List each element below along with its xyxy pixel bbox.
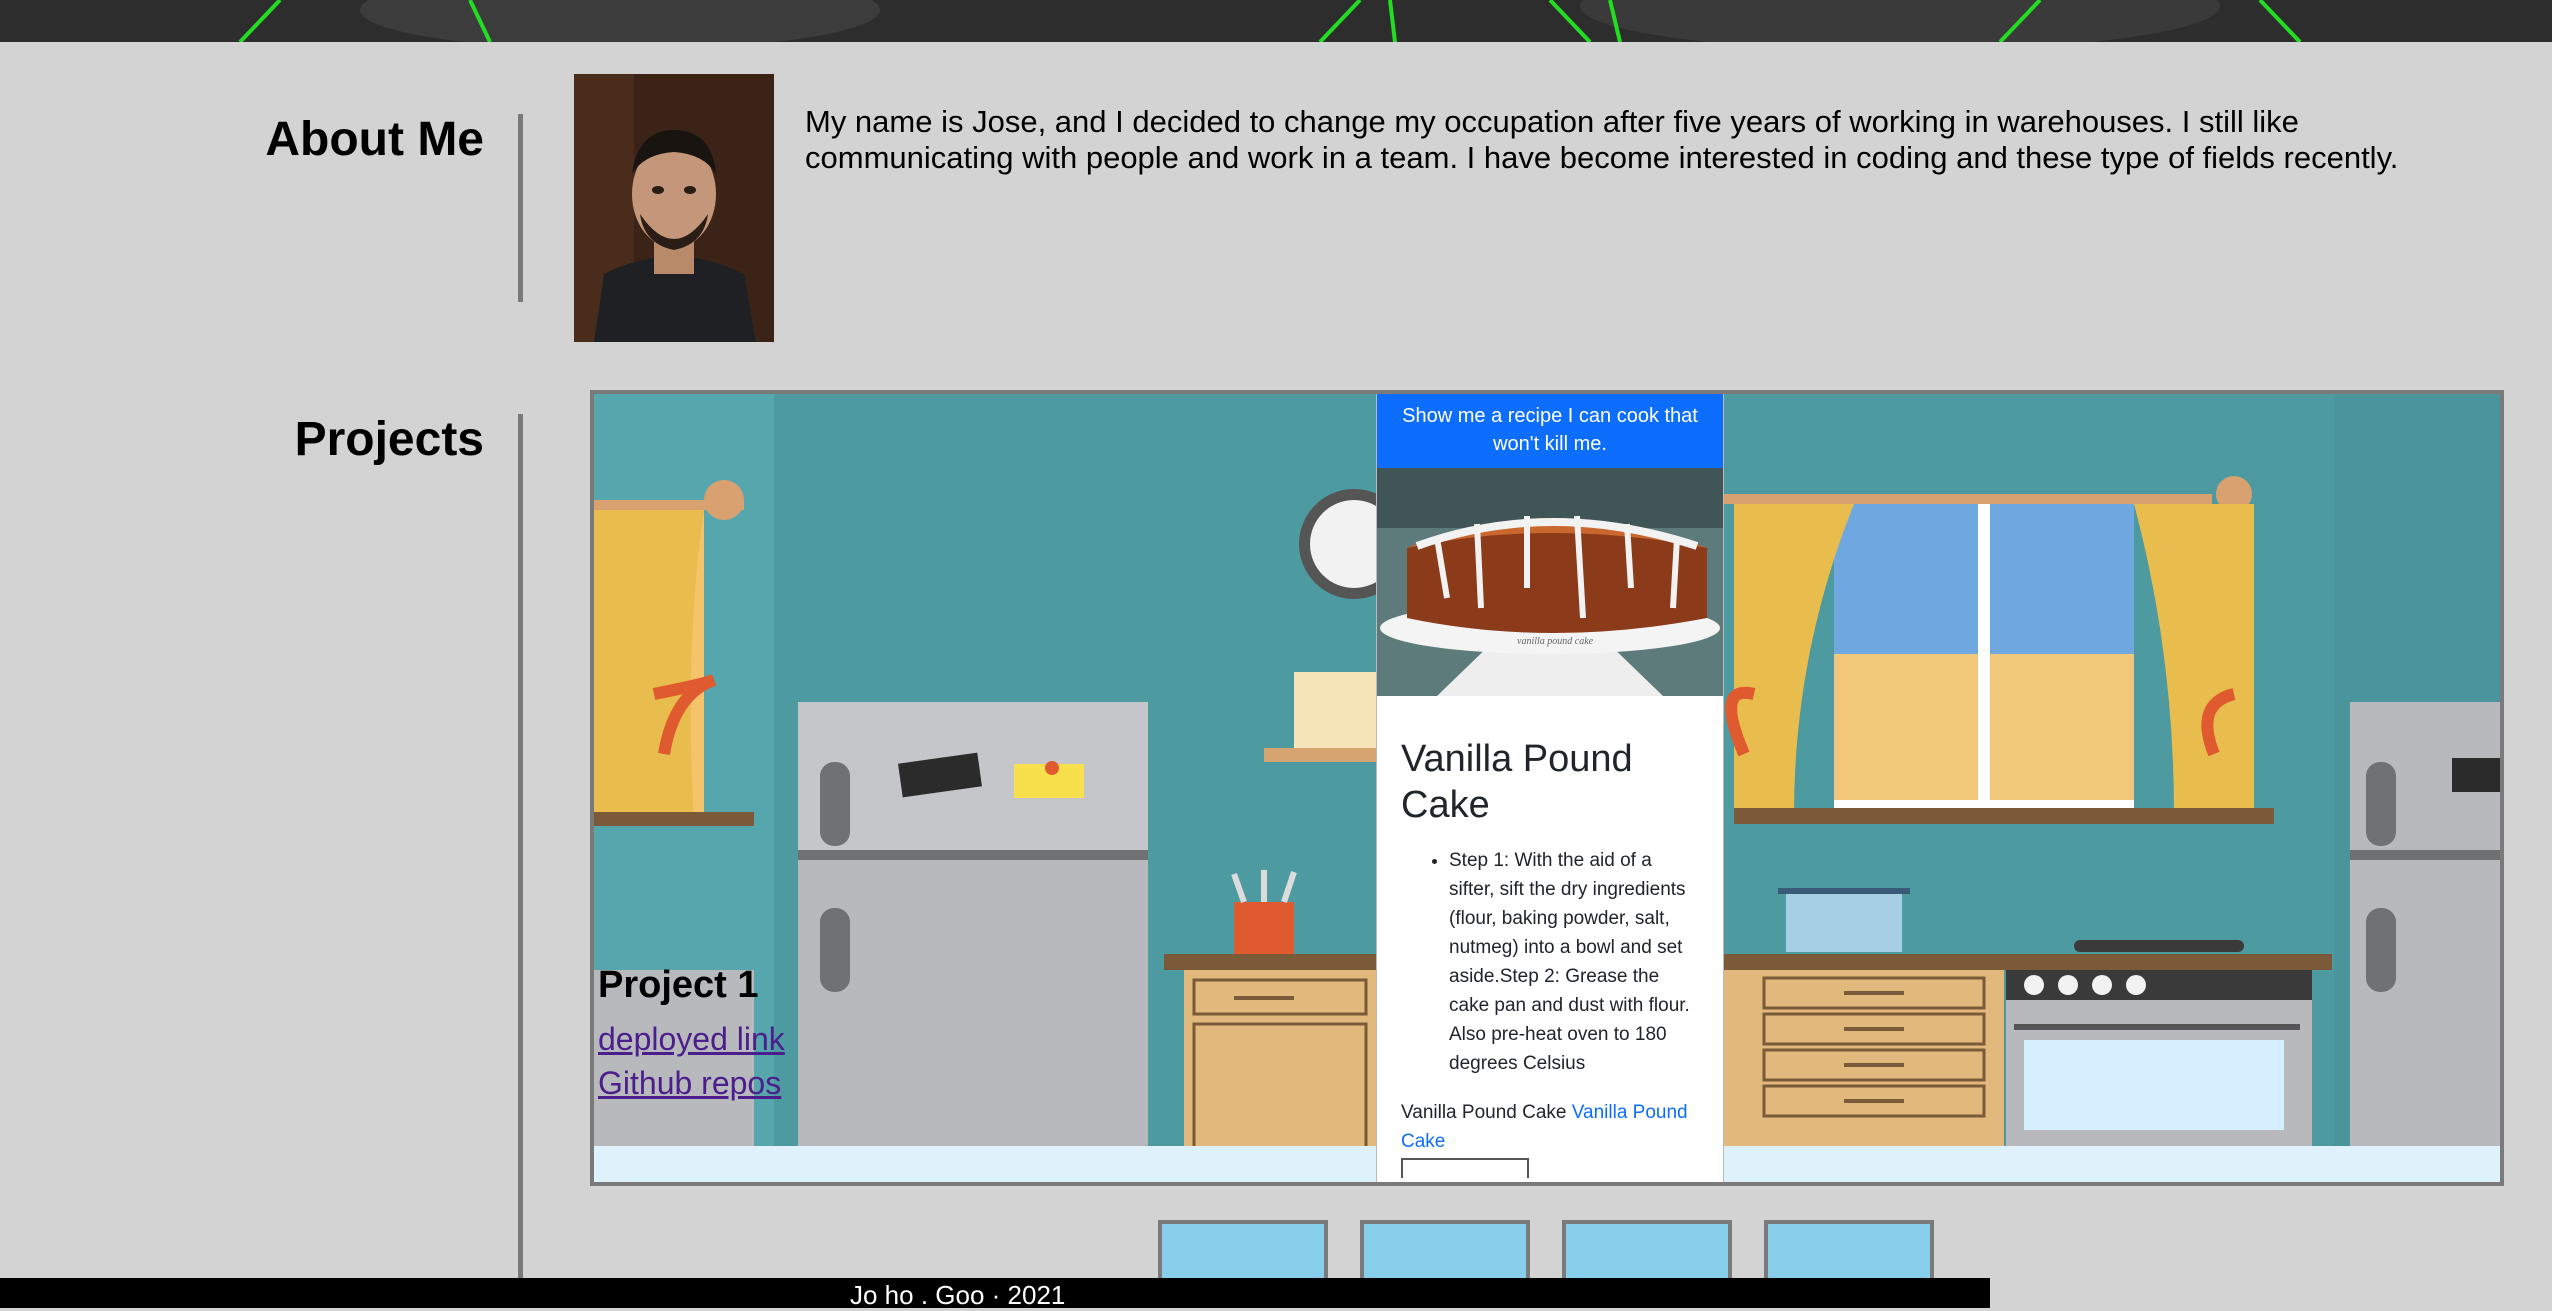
show-recipe-button[interactable]: Show me a recipe I can cook that won't k…: [1377, 394, 1723, 468]
footer-text: Jo ho . Goo · 2021: [850, 1280, 1066, 1310]
recipe-title: Vanilla Pound Cake: [1401, 738, 1633, 826]
recipe-card: Show me a recipe I can cook that won't k…: [1376, 394, 1724, 1182]
recipe-source-text: Vanilla Pound Cake: [1401, 1102, 1567, 1123]
recipe-extra-field[interactable]: [1401, 1158, 1529, 1178]
hero-banner: [0, 0, 2552, 42]
cake-image: vanilla pound cake: [1377, 468, 1723, 696]
projects-heading: Projects: [294, 413, 484, 466]
footer-bar: Jo ho . Goo · 2021: [0, 1278, 1990, 1310]
github-repo-link[interactable]: Github repos: [598, 1063, 785, 1103]
recipe-source: Vanilla Pound Cake Vanilla Pound Cake: [1401, 1098, 1699, 1156]
recipe-body: Vanilla Pound Cake Step 1: With the aid …: [1377, 696, 1723, 1178]
projects-divider: [518, 414, 523, 1294]
project-title: Project 1: [598, 964, 759, 1006]
recipe-steps-list: Step 1: With the aid of a sifter, sift t…: [1401, 846, 1699, 1078]
avatar: [574, 74, 774, 342]
deployed-link[interactable]: deployed link: [598, 1019, 785, 1059]
project-caption: Project 1 deployed link Github repos: [598, 964, 785, 1103]
project-card: Project 1 deployed link Github repos Sho…: [590, 390, 2504, 1186]
about-bio: My name is Jose, and I decided to change…: [805, 104, 2399, 175]
about-divider: [518, 114, 523, 302]
cake-image-caption: vanilla pound cake: [1517, 636, 1594, 647]
recipe-step: Step 1: With the aid of a sifter, sift t…: [1449, 846, 1699, 1078]
about-me-heading: About Me: [265, 113, 484, 166]
